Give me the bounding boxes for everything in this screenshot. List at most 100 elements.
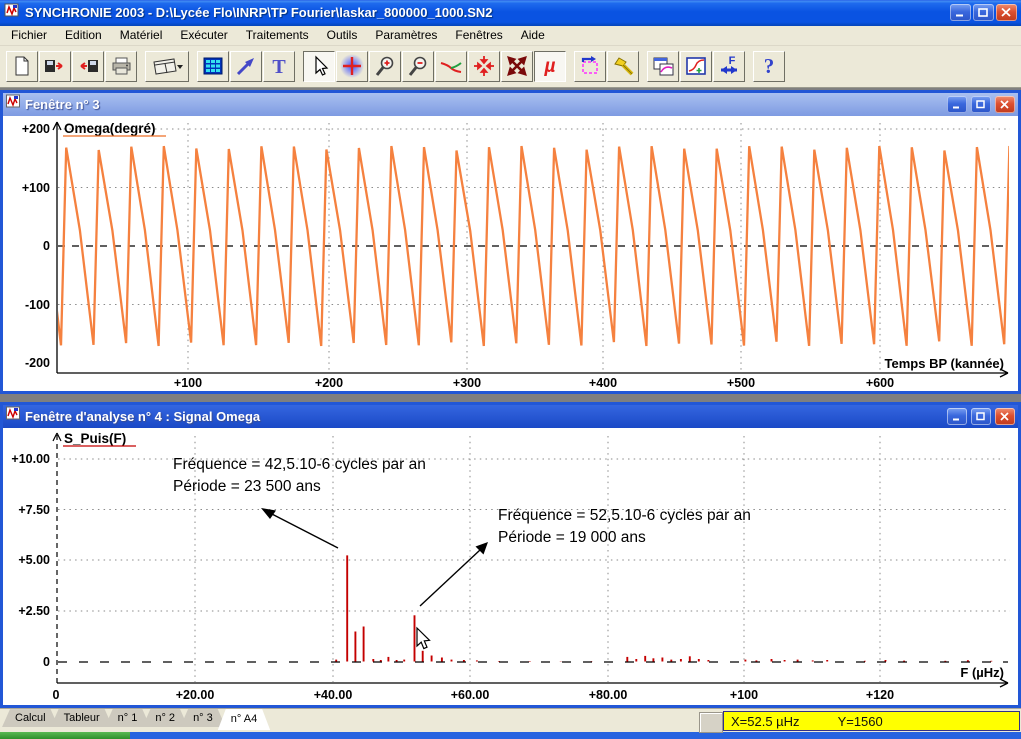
menu-item-executer[interactable]: Exécuter [171, 26, 236, 44]
mdi-area: Fenêtre n° 3 [0, 88, 1021, 708]
toolbar-button-text-tool[interactable]: T [263, 51, 295, 82]
window4-title-bar[interactable]: Fenêtre d'analyse n° 4 : Signal Omega [3, 405, 1018, 428]
window3-close-button[interactable] [995, 96, 1015, 113]
tab-tableur[interactable]: Tableur [51, 709, 113, 727]
toolbar-button-simulation-hammer[interactable] [607, 51, 639, 82]
toolbar-button-center-view[interactable] [468, 51, 500, 82]
menu-item-materiel[interactable]: Matériel [111, 26, 172, 44]
chart1-series-label: Omega(degré) [64, 121, 156, 136]
window4-icon [6, 406, 21, 426]
svg-text:+40.00: +40.00 [314, 688, 353, 702]
menu-item-aide[interactable]: Aide [512, 26, 554, 44]
power-spectrum-stems [336, 555, 991, 661]
toolbar-button-draw-arrow[interactable] [230, 51, 262, 82]
menu-item-edition[interactable]: Edition [56, 26, 111, 44]
tab-n3[interactable]: n° 3 [180, 709, 226, 727]
toolbar-button-help[interactable]: ? [753, 51, 785, 82]
close-button[interactable] [996, 4, 1017, 21]
svg-text:+5.00: +5.00 [18, 553, 50, 567]
toolbar-button-save-file[interactable] [72, 51, 104, 82]
toolbar-button-curve-smooth[interactable] [435, 51, 467, 82]
app-icon [4, 2, 20, 23]
toolbar-button-mu-measure[interactable]: µ [534, 51, 566, 82]
menu-item-parametres[interactable]: Paramètres [366, 26, 446, 44]
svg-text:+100: +100 [22, 181, 50, 195]
window-layout-icon [150, 55, 184, 77]
maximize-button[interactable] [973, 4, 994, 21]
menu-item-fenetres[interactable]: Fenêtres [446, 26, 511, 44]
tab-nA4[interactable]: n° A4 [218, 709, 270, 730]
toolbar-button-pointer-select[interactable] [303, 51, 335, 82]
delete-points-icon [505, 54, 529, 78]
svg-text:+10.00: +10.00 [11, 452, 50, 466]
main-title-bar: SYNCHRONIE 2003 - D:\Lycée Flo\INRP\TP F… [0, 0, 1021, 26]
status-resize-gripper[interactable] [699, 712, 723, 733]
chart1-plot-area[interactable]: Omega(degré) Temps BP (kannée) +200 +100… [3, 116, 1018, 391]
window4-maximize-button[interactable] [971, 408, 991, 425]
svg-text:+400: +400 [589, 376, 617, 390]
svg-text:+100: +100 [730, 688, 758, 702]
center-view-icon [472, 54, 496, 78]
svg-text:Fréquence = 42,5.10-6 cycles p: Fréquence = 42,5.10-6 cycles par an [173, 456, 426, 473]
window3-maximize-button[interactable] [971, 96, 991, 113]
annotation-peak-23500: Fréquence = 42,5.10-6 cycles par an Péri… [173, 456, 426, 548]
chart2-y-tick-labels: +10.00 +7.50 +5.00 +2.50 0 [11, 452, 50, 669]
chart1-x-tick-labels: +100 +200 +300 +400 +500 +600 [174, 376, 894, 390]
window3-minimize-button[interactable] [947, 96, 967, 113]
taskbar-strip[interactable] [130, 732, 1021, 739]
toolbar-button-window-layout[interactable] [145, 51, 189, 82]
chart2-xaxis-label: F (µHz) [960, 665, 1004, 680]
window-analyse-4: Fenêtre d'analyse n° 4 : Signal Omega [0, 402, 1021, 708]
mouse-cursor-icon [417, 628, 430, 649]
chart2-plot-area[interactable]: S_Puis(F) F (µHz) +10.00 +7.50 +5.00 +2.… [3, 428, 1018, 705]
svg-text:+80.00: +80.00 [589, 688, 628, 702]
start-button[interactable] [0, 732, 130, 739]
toolbar-button-open-file[interactable] [39, 51, 71, 82]
svg-text:?: ? [764, 55, 775, 77]
tab-calcul[interactable]: Calcul [2, 709, 59, 727]
svg-text:+60.00: +60.00 [451, 688, 490, 702]
window3-icon [6, 94, 21, 114]
toolbar-button-overlay-windows[interactable] [647, 51, 679, 82]
window4-close-button[interactable] [995, 408, 1015, 425]
hammer-icon [611, 54, 635, 78]
menu-item-traitements[interactable]: Traitements [237, 26, 318, 44]
app-window: SYNCHRONIE 2003 - D:\Lycée Flo\INRP\TP F… [0, 0, 1021, 739]
toolbar-button-graph-modify[interactable] [680, 51, 712, 82]
toolbar-button-print[interactable] [105, 51, 137, 82]
toolbar-button-zoom-out[interactable] [402, 51, 434, 82]
menu-bar: Fichier Edition Matériel Exécuter Traite… [0, 26, 1021, 46]
toolbar-button-crosshair[interactable] [336, 51, 368, 82]
menu-item-fichier[interactable]: Fichier [2, 26, 56, 44]
toolbar-button-selection-rectangle[interactable] [574, 51, 606, 82]
svg-text:µ: µ [544, 56, 556, 77]
open-file-icon [43, 55, 67, 77]
svg-text:+7.50: +7.50 [18, 503, 50, 517]
annotation-arrow-2 [420, 550, 480, 606]
svg-text:+500: +500 [727, 376, 755, 390]
svg-text:+20.00: +20.00 [176, 688, 215, 702]
tab-n2[interactable]: n° 2 [142, 709, 188, 727]
svg-text:F: F [729, 55, 736, 67]
toolbar-button-data-table[interactable] [197, 51, 229, 82]
text-tool-icon: T [268, 55, 290, 77]
data-table-icon [202, 55, 224, 77]
toolbar-button-fourier-analysis[interactable]: F [713, 51, 745, 82]
toolbar: T µ F ? [0, 46, 1021, 88]
window4-title: Fenêtre d'analyse n° 4 : Signal Omega [25, 409, 943, 424]
window-title: SYNCHRONIE 2003 - D:\Lycée Flo\INRP\TP F… [25, 5, 950, 20]
svg-text:+120: +120 [866, 688, 894, 702]
chart1-xaxis-label: Temps BP (kannée) [885, 356, 1004, 371]
tab-n1[interactable]: n° 1 [105, 709, 151, 727]
curve-smooth-icon [439, 55, 463, 77]
minimize-button[interactable] [950, 4, 971, 21]
crosshair-icon [340, 54, 364, 78]
chart2-x-tick-labels: 0 +20.00 +40.00 +60.00 +80.00 +100 +120 [53, 688, 895, 702]
toolbar-button-delete-points[interactable] [501, 51, 533, 82]
toolbar-button-new-file[interactable] [6, 51, 38, 82]
menu-item-outils[interactable]: Outils [318, 26, 367, 44]
toolbar-button-zoom-in[interactable] [369, 51, 401, 82]
selection-rectangle-icon [578, 55, 602, 77]
window3-title-bar[interactable]: Fenêtre n° 3 [3, 93, 1018, 116]
window4-minimize-button[interactable] [947, 408, 967, 425]
